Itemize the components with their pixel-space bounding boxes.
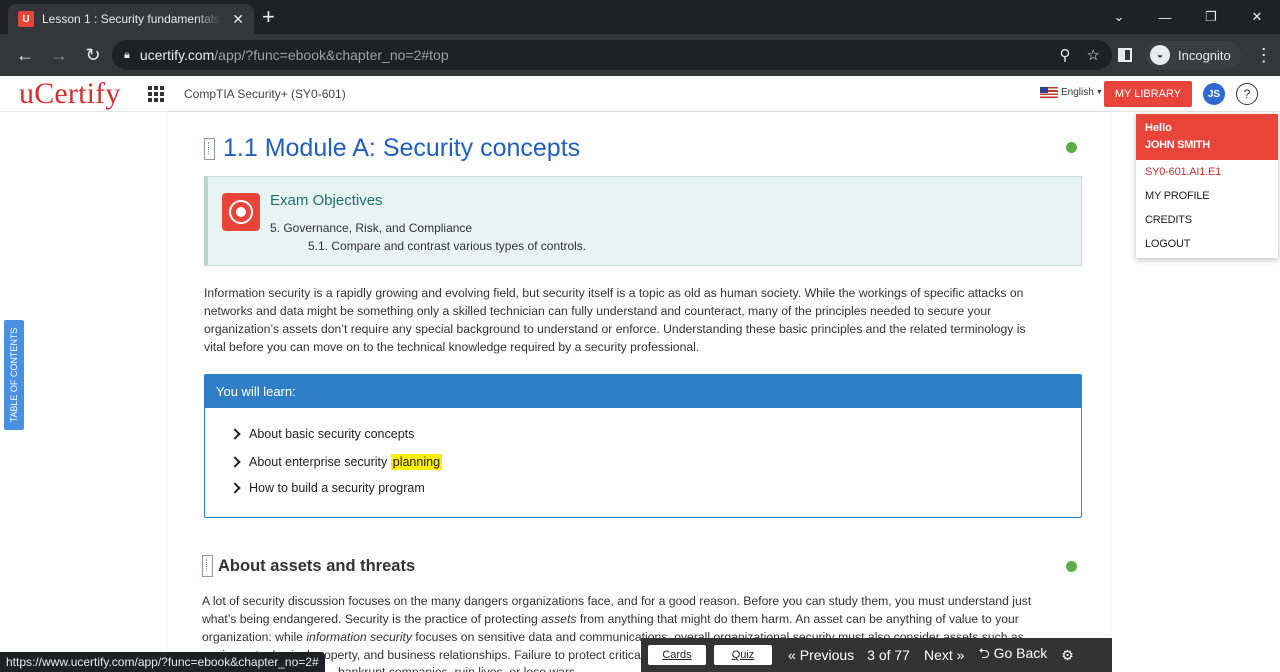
chevron-right-icon (229, 482, 241, 494)
close-tab-icon[interactable]: ✕ (232, 11, 244, 28)
ebook-content: 1.1 Module A: Security concepts Exam Obj… (168, 112, 1110, 672)
reload-icon[interactable]: ↻ (76, 38, 110, 72)
browser-toolbar: ← → ↻ 🔒︎ ucertify.com /app/?func=ebook&c… (0, 34, 1280, 76)
list-item: About enterprise security planning (229, 454, 443, 470)
section-line: bankrupt companies, ruin lives, or lose … (338, 665, 579, 672)
language-label: English (1061, 87, 1094, 98)
page-title: 1.1 Module A: Security concepts (223, 134, 581, 162)
address-bar[interactable]: 🔒︎ ucertify.com /app/?func=ebook&chapter… (112, 40, 1112, 70)
intro-line: networks and data might be something onl… (204, 304, 992, 318)
completion-status-dot (1066, 142, 1077, 153)
objectives-title: Exam Objectives (270, 192, 383, 209)
list-item: How to build a security program (229, 481, 425, 495)
browser-menu-icon[interactable]: ⋮ (1255, 45, 1273, 66)
my-library-button[interactable]: MY LIBRARY (1104, 81, 1192, 107)
page-counter: 3 of 77 (867, 647, 910, 663)
user-code: SY0-601.AI1.E1 (1145, 166, 1222, 178)
bookmark-icon[interactable] (204, 138, 215, 160)
window-controls: ⌄ — ❐ ✕ (1096, 0, 1280, 34)
hello-text: Hello (1145, 122, 1172, 134)
section-heading: About assets and threats (218, 557, 416, 575)
tab-search-chevron-icon[interactable]: ⌄ (1096, 0, 1142, 34)
list-item-label: About basic security concepts (249, 427, 415, 441)
us-flag-icon (1040, 87, 1058, 98)
list-item-label: About enterprise security (249, 455, 388, 469)
menu-item-my-profile[interactable]: MY PROFILE (1136, 184, 1278, 208)
bookmark-icon[interactable] (202, 555, 213, 577)
forward-arrow-icon[interactable]: → (42, 38, 76, 72)
completion-status-dot (1066, 561, 1077, 572)
lock-icon: 🔒︎ (124, 48, 130, 61)
settings-gear-icon[interactable]: ⚙ (1061, 647, 1074, 664)
intro-line: Information security is a rapidly growin… (204, 286, 1024, 300)
ucertify-logo[interactable]: uCertify (19, 77, 121, 111)
language-selector[interactable]: English ▼ (1040, 87, 1103, 98)
zoom-icon[interactable]: ⚲ (1060, 46, 1071, 64)
ucertify-favicon-icon: U (18, 11, 34, 27)
intro-line: organization’s assets don’t require any … (204, 322, 1026, 336)
caret-down-icon: ▼ (1095, 89, 1103, 96)
browser-tabstrip: U Lesson 1 : Security fundamentals ✕ + ⌄… (0, 0, 1280, 34)
list-item-label: How to build a security program (249, 481, 425, 495)
section-line: A lot of security discussion focuses on … (202, 594, 1032, 608)
highlighted-word: planning (390, 454, 443, 470)
url-path: /app/?func=ebook&chapter_no=2#top (214, 47, 449, 63)
menu-item-credits[interactable]: CREDITS (1136, 208, 1278, 232)
user-greeting: Hello JOHN SMITH (1136, 114, 1278, 160)
toc-label: TABLE OF CONTENTS (9, 327, 19, 423)
new-tab-icon[interactable]: + (262, 6, 275, 28)
go-back-button[interactable]: ⮌ Go Back (978, 643, 1047, 667)
list-item: About basic security concepts (229, 427, 415, 441)
user-dropdown-menu: Hello JOHN SMITH SY0-601.AI1.E1 MY PROFI… (1136, 114, 1278, 258)
course-title[interactable]: CompTIA Security+ (SY0-601) (184, 87, 346, 101)
apps-grid-icon[interactable] (148, 86, 164, 102)
incognito-indicator[interactable]: ◒ Incognito (1146, 41, 1241, 69)
incognito-label: Incognito (1178, 47, 1231, 63)
minimize-icon[interactable]: — (1142, 0, 1188, 34)
you-will-learn-box: You will learn: About basic security con… (204, 374, 1082, 518)
help-icon[interactable]: ? (1236, 83, 1258, 105)
browser-tab[interactable]: U Lesson 1 : Security fundamentals ✕ (8, 4, 254, 34)
objective-item: 5.1. Compare and contrast various types … (308, 239, 587, 253)
double-chevron-right-icon: » (956, 647, 965, 663)
double-chevron-left-icon: « (788, 647, 796, 663)
cards-button[interactable]: Cards (648, 645, 706, 665)
target-icon (222, 193, 260, 231)
back-arrow-icon[interactable]: ← (8, 38, 42, 72)
chevron-right-icon (229, 456, 241, 468)
previous-button[interactable]: « Previous (788, 647, 854, 663)
intro-line: vital before you can move on to the tech… (204, 340, 700, 354)
table-of-contents-tab[interactable]: TABLE OF CONTENTS (4, 320, 24, 430)
chevron-right-icon (229, 428, 241, 440)
url-host: ucertify.com (139, 47, 215, 63)
next-button[interactable]: Next » (924, 647, 964, 663)
close-window-icon[interactable]: ✕ (1234, 0, 1280, 34)
objective-domain: 5. Governance, Risk, and Compliance (270, 221, 473, 235)
link-status-bubble: https://www.ucertify.com/app/?func=ebook… (0, 652, 325, 672)
exam-objectives-box: Exam Objectives 5. Governance, Risk, and… (204, 176, 1082, 266)
menu-item-logout[interactable]: LOGOUT (1136, 232, 1278, 256)
bottom-navigation-bar: Cards Quiz « Previous 3 of 77 Next » ⮌ G… (641, 638, 1112, 672)
bookmark-star-icon[interactable]: ☆ (1087, 46, 1100, 64)
user-name: JOHN SMITH (1145, 139, 1210, 151)
quiz-button[interactable]: Quiz (714, 645, 772, 665)
side-panel-icon[interactable] (1118, 48, 1132, 62)
learn-heading: You will learn: (205, 375, 1081, 408)
incognito-icon: ◒ (1150, 45, 1170, 65)
tab-title: Lesson 1 : Security fundamentals (42, 12, 220, 26)
restore-icon[interactable]: ❐ (1188, 0, 1234, 34)
site-header: uCertify CompTIA Security+ (SY0-601) Eng… (0, 76, 1280, 112)
section-line: what’s being endangered. Security is the… (202, 612, 1019, 626)
return-arrow-icon: ⮌ (978, 645, 990, 661)
user-avatar[interactable]: JS (1203, 83, 1225, 105)
